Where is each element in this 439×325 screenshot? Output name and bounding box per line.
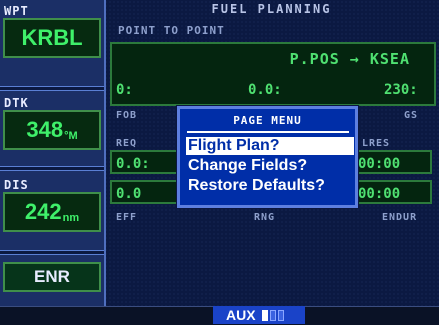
menu-title: PAGE MENU [233,114,302,127]
lres-value: 00:00 [358,156,401,172]
eff-header: EFF [116,212,138,223]
req-header: REQ [116,138,138,149]
sidebar-divider [0,86,104,91]
wpt-field[interactable]: KRBL [3,18,101,58]
dtk-value: 348 [26,117,64,142]
wpt-label: WPT [4,4,29,18]
endur-header: ENDUR [382,212,418,223]
dis-value: 242 [24,199,62,224]
rng-header: RNG [254,212,276,223]
route-text: P.POS → KSEA [289,50,410,68]
wpt-value: KRBL [21,25,83,50]
eff-field[interactable]: 0.0 [110,180,180,204]
menu-item-change-fields[interactable]: Change Fields? [186,157,307,175]
page-indicator [278,310,284,321]
lres-field[interactable]: 00:00 [352,150,432,174]
page-subtitle: POINT TO POINT [118,24,225,37]
menu-item-flight-plan[interactable]: Flight Plan? [186,137,354,155]
dtk-unit: °M [64,130,78,142]
endur-value: 00:00 [358,186,401,202]
dtk-label: DTK [4,96,29,110]
dis-label: DIS [4,178,29,192]
sidebar-divider [0,166,104,171]
req-value: 0.0: [116,156,150,172]
left-sidebar: WPT KRBL DTK 348°M DIS 242nm ENR [0,0,106,306]
endur-field[interactable]: 00:00 [352,180,432,204]
page-title: FUEL PLANNING [211,2,332,16]
menu-item-restore-defaults[interactable]: Restore Defaults? [186,177,325,195]
fuel-planning-screen: WPT KRBL DTK 348°M DIS 242nm ENR FUEL PL… [0,0,439,325]
req-field[interactable]: 0.0: [110,150,180,174]
field-value: 0.0: [248,82,282,98]
page-indicator-current [262,310,268,321]
lres-header: LRES [362,138,391,149]
page-indicator [270,310,276,321]
dis-field[interactable]: 242nm [3,192,101,232]
page-menu: PAGE MENU Flight Plan? Change Fields? Re… [177,106,358,208]
dtk-field[interactable]: 348°M [3,110,101,150]
dis-unit: nm [62,212,80,224]
fob-header: FOB [116,110,138,121]
sidebar-divider [0,250,104,255]
menu-divider [187,131,349,133]
flight-mode-indicator: ENR [3,262,101,292]
field-value: 0: [116,82,133,98]
eff-value: 0.0 [116,186,142,202]
gs-header: GS [404,110,419,121]
field-value: 230: [384,82,418,98]
page-group-label: AUX [226,307,256,323]
